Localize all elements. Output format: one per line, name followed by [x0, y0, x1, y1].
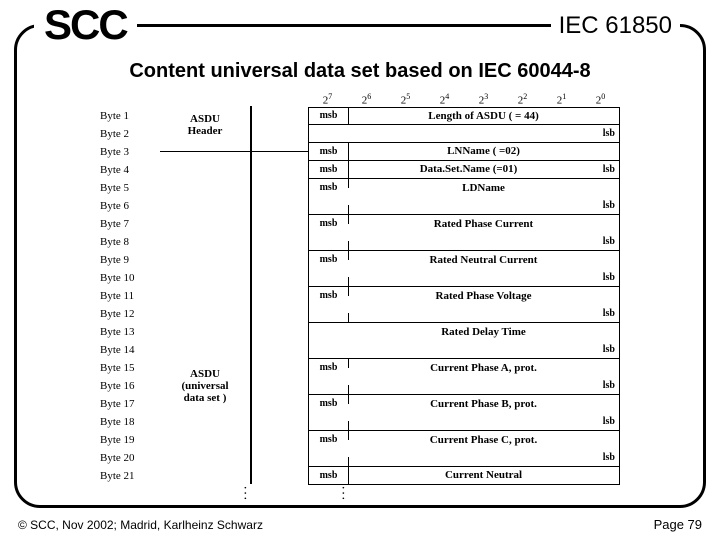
byte-label: Byte 16: [100, 380, 160, 392]
byte-label: Byte 12: [100, 308, 160, 320]
byte-label: Byte 2: [100, 128, 160, 140]
byte-label: Byte 9: [100, 254, 160, 266]
byte-label: Byte 10: [100, 272, 160, 284]
field-empty: lsb: [308, 125, 620, 143]
byte-label: Byte 17: [100, 398, 160, 410]
byte-label: Byte 21: [100, 470, 160, 482]
field-current-neutral: msb Current Neutral: [308, 467, 620, 485]
byte-label: Byte 18: [100, 416, 160, 428]
field-current-phase-c: msb Current Phase C, prot.: [308, 431, 620, 449]
field-length: msb Length of ASDU ( = 44): [308, 107, 620, 125]
field-rated-phase-current: msb Rated Phase Current: [308, 215, 620, 233]
section-asdu-universal: ASDU (universal data set ): [160, 368, 250, 404]
byte-label: Byte 20: [100, 452, 160, 464]
footer-page: Page 79: [654, 517, 702, 532]
field-ldname: msb LDName: [308, 179, 620, 197]
field-rated-neutral-current: msb Rated Neutral Current: [308, 251, 620, 269]
field-rated-phase-voltage: msb Rated Phase Voltage: [308, 287, 620, 305]
dots-icon: ···: [308, 486, 348, 502]
byte-label: Byte 19: [100, 434, 160, 446]
dots-icon: ···: [160, 486, 250, 502]
page-title: Content universal data set based on IEC …: [0, 60, 720, 83]
field-current-phase-a: msb Current Phase A, prot.: [308, 359, 620, 377]
byte-label: Byte 4: [100, 164, 160, 176]
byte-label: Byte 7: [100, 218, 160, 230]
section-asdu-header: ASDU Header: [160, 113, 250, 137]
byte-label: Byte 11: [100, 290, 160, 302]
byte-label: Byte 1: [100, 110, 160, 122]
bracket-bar: [250, 106, 252, 484]
field-dataset: msb Data.Set.Name (=01) lsb: [308, 161, 620, 179]
byte-label: Byte 13: [100, 326, 160, 338]
field-lnname: msb LNName ( =02): [308, 143, 620, 161]
byte-label: Byte 6: [100, 200, 160, 212]
byte-label: Byte 14: [100, 344, 160, 356]
field-rated-delay-time: Rated Delay Time: [308, 323, 620, 341]
field-current-phase-b: msb Current Phase B, prot.: [308, 395, 620, 413]
bit-header: 27 26 25 24 23 22 21 20: [308, 92, 620, 107]
asdu-diagram: 27 26 25 24 23 22 21 20 Byte 1 ASDU Head…: [100, 92, 620, 503]
byte-label: Byte 5: [100, 182, 160, 194]
footer-copyright: © SCC, Nov 2002; Madrid, Karlheinz Schwa…: [18, 518, 263, 532]
logo: SCC: [34, 4, 137, 46]
iec-label: IEC 61850: [551, 12, 680, 40]
byte-label: Byte 8: [100, 236, 160, 248]
byte-label: Byte 3: [100, 146, 160, 158]
byte-label: Byte 15: [100, 362, 160, 374]
